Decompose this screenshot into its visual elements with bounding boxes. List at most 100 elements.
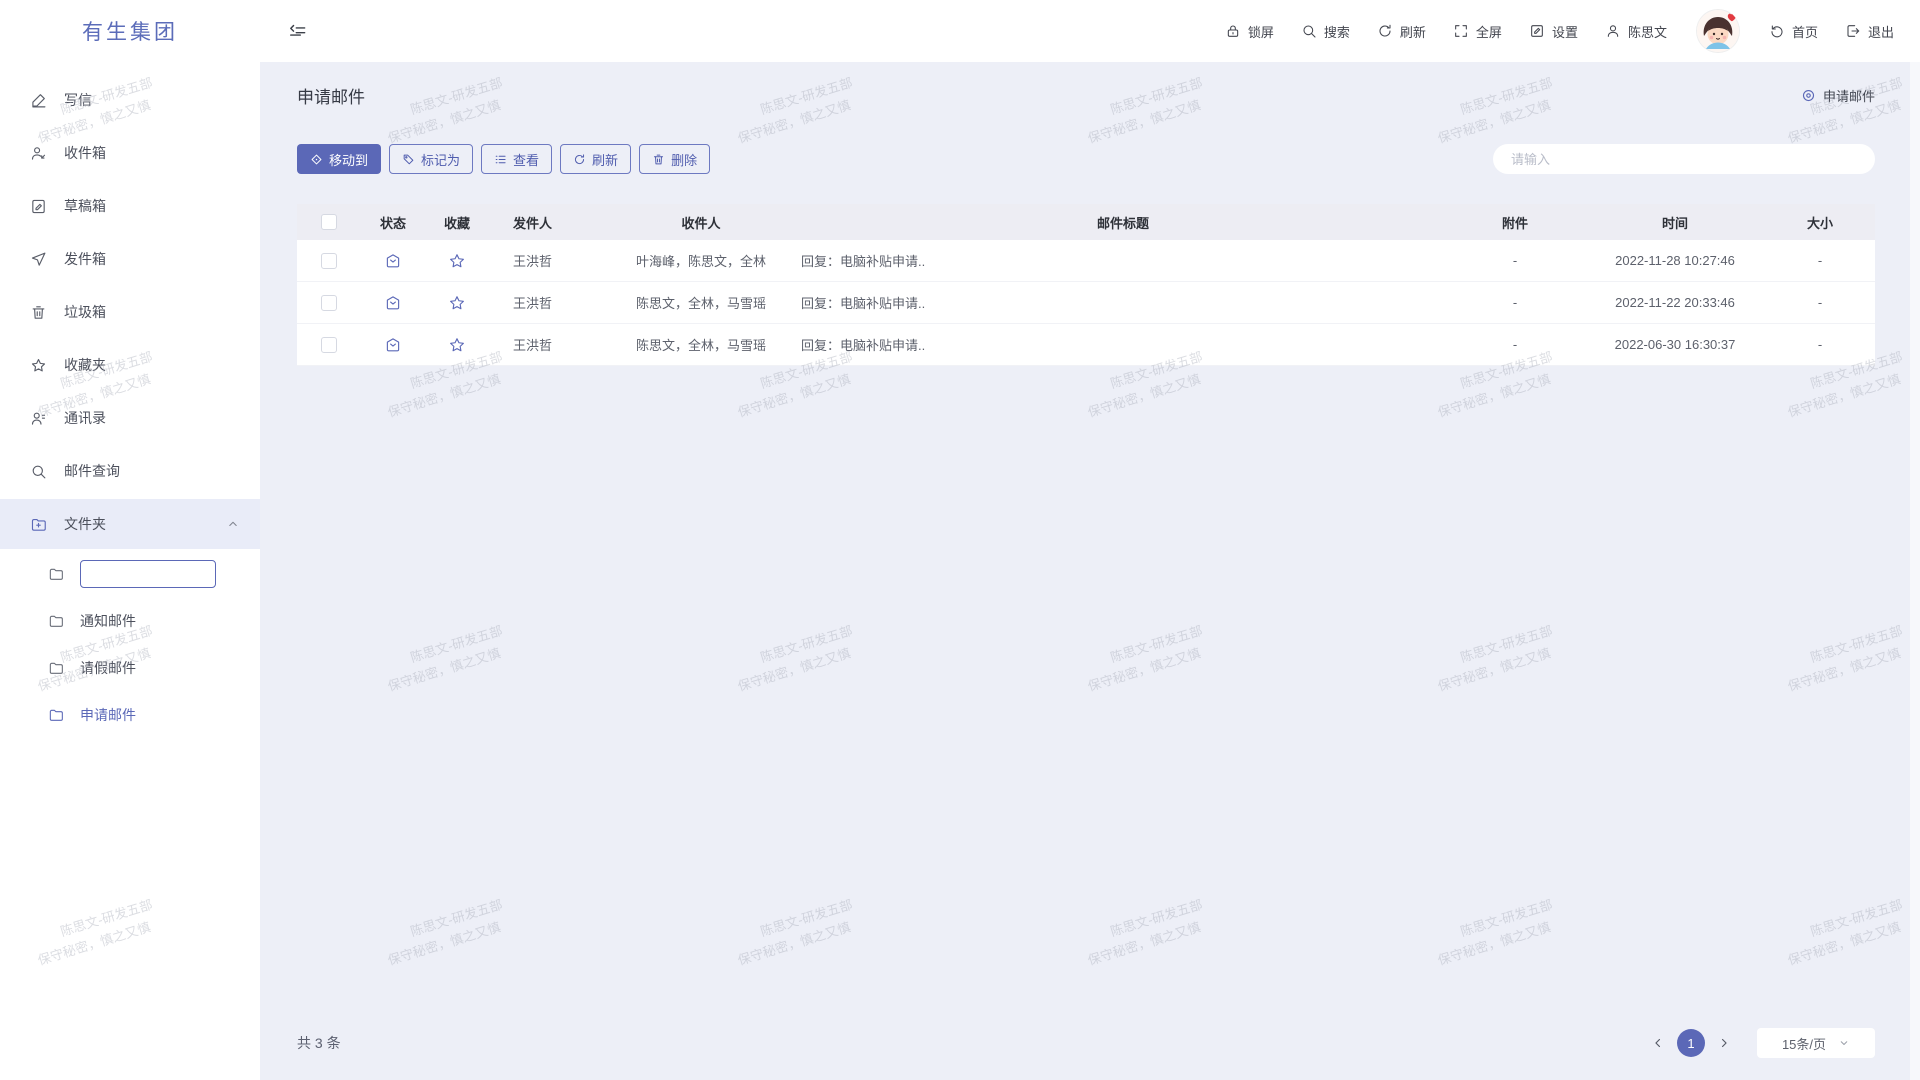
- column-header-size: 大小: [1765, 213, 1875, 232]
- folder-icon: [48, 660, 64, 676]
- webmail-app: 有生集团 写信 收件箱 草稿箱: [0, 0, 1920, 1080]
- cell-size: -: [1765, 253, 1875, 268]
- folder-icon: [48, 566, 64, 582]
- content: 申请邮件 申请邮件 移动到 标记为 查看: [260, 62, 1920, 1080]
- send-icon: [30, 251, 47, 268]
- sidebar-item-drafts[interactable]: 草稿箱: [0, 181, 260, 231]
- star-icon[interactable]: [448, 294, 466, 312]
- sidebar-item-inbox[interactable]: 收件箱: [0, 128, 260, 178]
- new-folder-input[interactable]: [80, 560, 216, 588]
- cell-recipients: 陈思文，全林，马雪瑶: [601, 335, 801, 354]
- search-input[interactable]: [1493, 144, 1875, 174]
- sidebar-folder-leave[interactable]: 请假邮件: [0, 646, 260, 690]
- home-undo-icon: [1769, 23, 1785, 39]
- sidebar-item-label: 垃圾箱: [64, 302, 106, 322]
- sidebar-item-label: 文件夹: [64, 514, 106, 534]
- cell-subject: 回复：电脑补贴申请..: [801, 293, 1445, 312]
- user-icon: [1605, 23, 1621, 39]
- sidebar-item-mail-search[interactable]: 邮件查询: [0, 446, 260, 496]
- sidebar-item-label: 收藏夹: [64, 355, 106, 375]
- move-to-button[interactable]: 移动到: [297, 144, 381, 174]
- cell-recipients: 陈思文，全林，马雪瑶: [601, 293, 801, 312]
- page-number[interactable]: 1: [1677, 1029, 1705, 1057]
- delete-button[interactable]: 删除: [639, 144, 710, 174]
- sidebar-item-contacts[interactable]: 通讯录: [0, 393, 260, 443]
- cell-attachment: -: [1445, 337, 1585, 352]
- chevron-up-icon[interactable]: [226, 517, 240, 531]
- refresh-button[interactable]: 刷新: [1377, 22, 1426, 41]
- cell-sender: 王洪哲: [489, 251, 601, 270]
- column-header-attachment: 附件: [1445, 213, 1585, 232]
- cell-time: 2022-06-30 16:30:37: [1585, 337, 1765, 352]
- table-row[interactable]: 王洪哲 陈思文，全林，马雪瑶 回复：电脑补贴申请.. - 2022-06-30 …: [297, 324, 1875, 366]
- new-folder-row: [0, 552, 260, 596]
- trash-icon: [30, 304, 47, 321]
- star-icon: [30, 357, 47, 374]
- refresh-list-button[interactable]: 刷新: [560, 144, 631, 174]
- menu-fold-icon[interactable]: [288, 22, 307, 41]
- fullscreen-button[interactable]: 全屏: [1453, 22, 1502, 41]
- sidebar-item-sent[interactable]: 发件箱: [0, 234, 260, 284]
- lock-icon: [1225, 23, 1241, 39]
- breadcrumb: 申请邮件: [1801, 86, 1875, 105]
- topbar-actions: 锁屏 搜索 刷新 全屏 设置: [1225, 9, 1894, 53]
- view-button[interactable]: 查看: [481, 144, 552, 174]
- cell-time: 2022-11-28 10:27:46: [1585, 253, 1765, 268]
- row-checkbox[interactable]: [321, 253, 337, 269]
- settings-icon: [1529, 23, 1545, 39]
- search-icon: [30, 463, 47, 480]
- folder-plus-icon: [30, 516, 47, 533]
- avatar[interactable]: [1696, 9, 1740, 53]
- folder-icon: [48, 707, 64, 723]
- cell-attachment: -: [1445, 295, 1585, 310]
- mail-read-icon: [384, 252, 402, 270]
- prev-page-button[interactable]: [1651, 1036, 1665, 1050]
- list-icon: [494, 153, 507, 166]
- folder-icon: [48, 613, 64, 629]
- table-header: 状态 收藏 发件人 收件人 邮件标题 附件 时间 大小: [297, 204, 1875, 240]
- row-checkbox[interactable]: [321, 337, 337, 353]
- draft-icon: [30, 198, 47, 215]
- cell-recipients: 叶海峰，陈思文，全林: [601, 251, 801, 270]
- star-icon[interactable]: [448, 336, 466, 354]
- home-button[interactable]: 首页: [1769, 22, 1818, 41]
- settings-button[interactable]: 设置: [1529, 22, 1578, 41]
- next-page-button[interactable]: [1717, 1036, 1731, 1050]
- location-pin-icon: [1801, 88, 1816, 103]
- sidebar-item-folders[interactable]: 文件夹: [0, 499, 260, 549]
- page-size-select[interactable]: 15条/页: [1757, 1028, 1875, 1058]
- star-icon[interactable]: [448, 252, 466, 270]
- column-header-time: 时间: [1585, 213, 1765, 232]
- topbar: 锁屏 搜索 刷新 全屏 设置: [260, 0, 1920, 62]
- sidebar-item-trash[interactable]: 垃圾箱: [0, 287, 260, 337]
- logout-button[interactable]: 退出: [1845, 22, 1894, 41]
- main-area: 锁屏 搜索 刷新 全屏 设置: [260, 0, 1920, 1080]
- sidebar-folder-apply[interactable]: 申请邮件: [0, 693, 260, 737]
- sidebar-item-favorites[interactable]: 收藏夹: [0, 340, 260, 390]
- table-row[interactable]: 王洪哲 叶海峰，陈思文，全林 回复：电脑补贴申请.. - 2022-11-28 …: [297, 240, 1875, 282]
- column-header-sender: 发件人: [489, 213, 601, 232]
- cell-sender: 王洪哲: [489, 293, 601, 312]
- mail-read-icon: [384, 336, 402, 354]
- sidebar: 有生集团 写信 收件箱 草稿箱: [0, 0, 260, 1080]
- select-all-checkbox[interactable]: [321, 214, 337, 230]
- brand-logo: 有生集团: [0, 0, 260, 62]
- contacts-icon: [30, 410, 47, 427]
- row-checkbox[interactable]: [321, 295, 337, 311]
- sidebar-folder-notice[interactable]: 通知邮件: [0, 599, 260, 643]
- scrollbar-track[interactable]: [1910, 62, 1920, 1080]
- table-row[interactable]: 王洪哲 陈思文，全林，马雪瑶 回复：电脑补贴申请.. - 2022-11-22 …: [297, 282, 1875, 324]
- sidebar-item-compose[interactable]: 写信: [0, 75, 260, 125]
- cell-time: 2022-11-22 20:33:46: [1585, 295, 1765, 310]
- pencil-icon: [30, 92, 47, 109]
- user-menu[interactable]: 陈思文: [1605, 22, 1667, 41]
- page-title: 申请邮件: [297, 83, 365, 108]
- cell-subject: 回复：电脑补贴申请..: [801, 335, 1445, 354]
- cell-sender: 王洪哲: [489, 335, 601, 354]
- mail-table: 状态 收藏 发件人 收件人 邮件标题 附件 时间 大小 王洪哲 叶海峰，陈思文，…: [297, 204, 1875, 366]
- search-button[interactable]: 搜索: [1301, 22, 1350, 41]
- list-footer: 共 3 条 1 15条/页: [297, 1006, 1875, 1080]
- lock-screen-button[interactable]: 锁屏: [1225, 22, 1274, 41]
- mark-as-button[interactable]: 标记为: [389, 144, 473, 174]
- logout-icon: [1845, 23, 1861, 39]
